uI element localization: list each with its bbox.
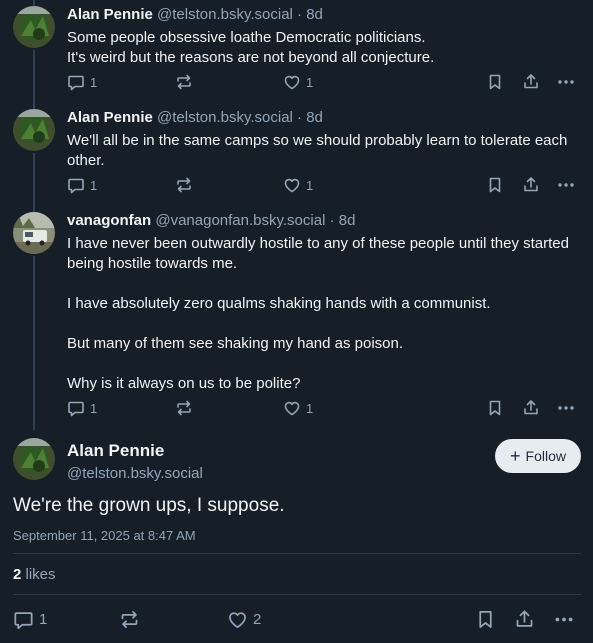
avatar[interactable] xyxy=(13,438,55,480)
share-icon xyxy=(516,610,533,627)
post-text-line: But many of them see shaking my hand as … xyxy=(67,335,404,352)
author-name[interactable]: Alan Pennie xyxy=(67,109,153,126)
post-text-line: I have absolutely zero qualms shaking ha… xyxy=(67,295,491,312)
reply-button[interactable]: 1 xyxy=(67,73,97,91)
post-text: We'll all be in the same camps so we sho… xyxy=(67,131,577,171)
separator: · xyxy=(292,6,307,23)
avatar[interactable] xyxy=(13,212,55,254)
share-button[interactable] xyxy=(522,73,540,91)
bookmark-button[interactable] xyxy=(486,176,504,194)
reply-button[interactable]: 1 xyxy=(67,176,97,194)
author-handle[interactable]: @telston.bsky.social xyxy=(67,464,203,484)
repost-icon xyxy=(177,177,191,193)
post-text-line: Some people obsessive loathe Democratic … xyxy=(67,29,426,46)
more-icon xyxy=(555,617,573,622)
bookmark-icon xyxy=(489,74,501,90)
like-count: 2 xyxy=(253,611,262,628)
share-icon xyxy=(524,74,538,89)
post-age[interactable]: 8d xyxy=(306,109,323,126)
like-button[interactable]: 1 xyxy=(283,399,313,417)
reply-button[interactable]: 1 xyxy=(67,399,97,417)
like-button[interactable]: 2 xyxy=(227,609,261,630)
likes-summary[interactable]: 2 likes xyxy=(13,566,56,583)
bookmark-icon xyxy=(489,177,501,193)
more-icon xyxy=(558,80,574,84)
author-name[interactable]: Alan Pennie xyxy=(67,440,203,462)
follow-label: Follow xyxy=(525,448,566,464)
share-icon xyxy=(524,177,538,192)
reply-count: 1 xyxy=(90,400,98,416)
repost-icon xyxy=(121,611,138,628)
post-text-line: We'll all be in the same camps so we sho… xyxy=(67,132,568,169)
thread-post[interactable]: vanagonfan @vanagonfan.bsky.social · 8d … xyxy=(0,206,593,430)
more-button[interactable] xyxy=(553,609,575,630)
post-text: We're the grown ups, I suppose. xyxy=(13,495,285,516)
share-button[interactable] xyxy=(514,609,535,630)
thread-post[interactable]: Alan Pennie @telston.bsky.social · 8d We… xyxy=(0,103,593,206)
post-text-line: It's weird but the reasons are not beyon… xyxy=(67,49,435,66)
reply-icon xyxy=(68,75,84,91)
timestamp[interactable]: September 11, 2025 at 8:47 AM xyxy=(13,528,196,543)
like-icon xyxy=(229,612,246,628)
post-text: I have never been outwardly hostile to a… xyxy=(67,234,577,394)
bookmark-button[interactable] xyxy=(475,609,496,630)
likes-label: likes xyxy=(21,566,56,583)
like-count: 1 xyxy=(306,400,314,416)
divider xyxy=(13,594,581,595)
avatar[interactable] xyxy=(13,6,55,48)
separator: · xyxy=(292,109,307,126)
repost-button[interactable] xyxy=(175,73,193,91)
author-name[interactable]: Alan Pennie xyxy=(67,6,153,23)
like-icon xyxy=(284,401,300,416)
reply-icon xyxy=(68,178,84,194)
author-handle[interactable]: @telston.bsky.social xyxy=(157,109,293,126)
more-button[interactable] xyxy=(556,73,576,91)
reply-count: 1 xyxy=(90,74,98,90)
avatar[interactable] xyxy=(13,109,55,151)
share-button[interactable] xyxy=(522,176,540,194)
like-icon xyxy=(284,178,300,193)
repost-icon xyxy=(177,74,191,90)
plus-icon: + xyxy=(510,446,521,466)
author-name[interactable]: vanagonfan xyxy=(67,212,151,229)
follow-button[interactable]: + Follow xyxy=(495,439,581,473)
bookmark-button[interactable] xyxy=(486,399,504,417)
repost-button[interactable] xyxy=(119,609,140,630)
reply-count: 1 xyxy=(90,177,98,193)
post-text-line: Why is it always on us to be polite? xyxy=(67,375,301,392)
thread-post[interactable]: Alan Pennie @telston.bsky.social · 8d So… xyxy=(0,0,593,103)
more-icon xyxy=(558,183,574,187)
author-handle[interactable]: @vanagonfan.bsky.social xyxy=(155,212,325,229)
like-count: 1 xyxy=(306,177,314,193)
repost-icon xyxy=(177,400,191,416)
more-button[interactable] xyxy=(556,176,576,194)
bookmark-button[interactable] xyxy=(486,73,504,91)
more-icon xyxy=(558,406,574,410)
bookmark-icon xyxy=(489,400,501,416)
like-icon xyxy=(284,75,300,90)
author-handle[interactable]: @telston.bsky.social xyxy=(157,6,293,23)
separator: · xyxy=(325,212,339,229)
repost-button[interactable] xyxy=(175,176,193,194)
share-button[interactable] xyxy=(522,399,540,417)
bookmark-icon xyxy=(479,611,492,628)
like-button[interactable]: 1 xyxy=(283,73,313,91)
divider xyxy=(13,553,581,554)
like-button[interactable]: 1 xyxy=(283,176,313,194)
repost-button[interactable] xyxy=(175,399,193,417)
reply-count: 1 xyxy=(39,611,48,628)
reply-icon xyxy=(14,612,33,630)
more-button[interactable] xyxy=(556,399,576,417)
post-actions: 1 2 xyxy=(0,609,593,631)
like-count: 1 xyxy=(306,74,314,90)
post-text: Some people obsessive loathe Democratic … xyxy=(67,28,577,68)
post-age[interactable]: 8d xyxy=(339,212,356,229)
reply-icon xyxy=(68,401,84,417)
post-age[interactable]: 8d xyxy=(306,6,323,23)
reply-button[interactable]: 1 xyxy=(13,609,47,630)
share-icon xyxy=(524,400,538,415)
post-text-line: I have never been outwardly hostile to a… xyxy=(67,235,569,272)
